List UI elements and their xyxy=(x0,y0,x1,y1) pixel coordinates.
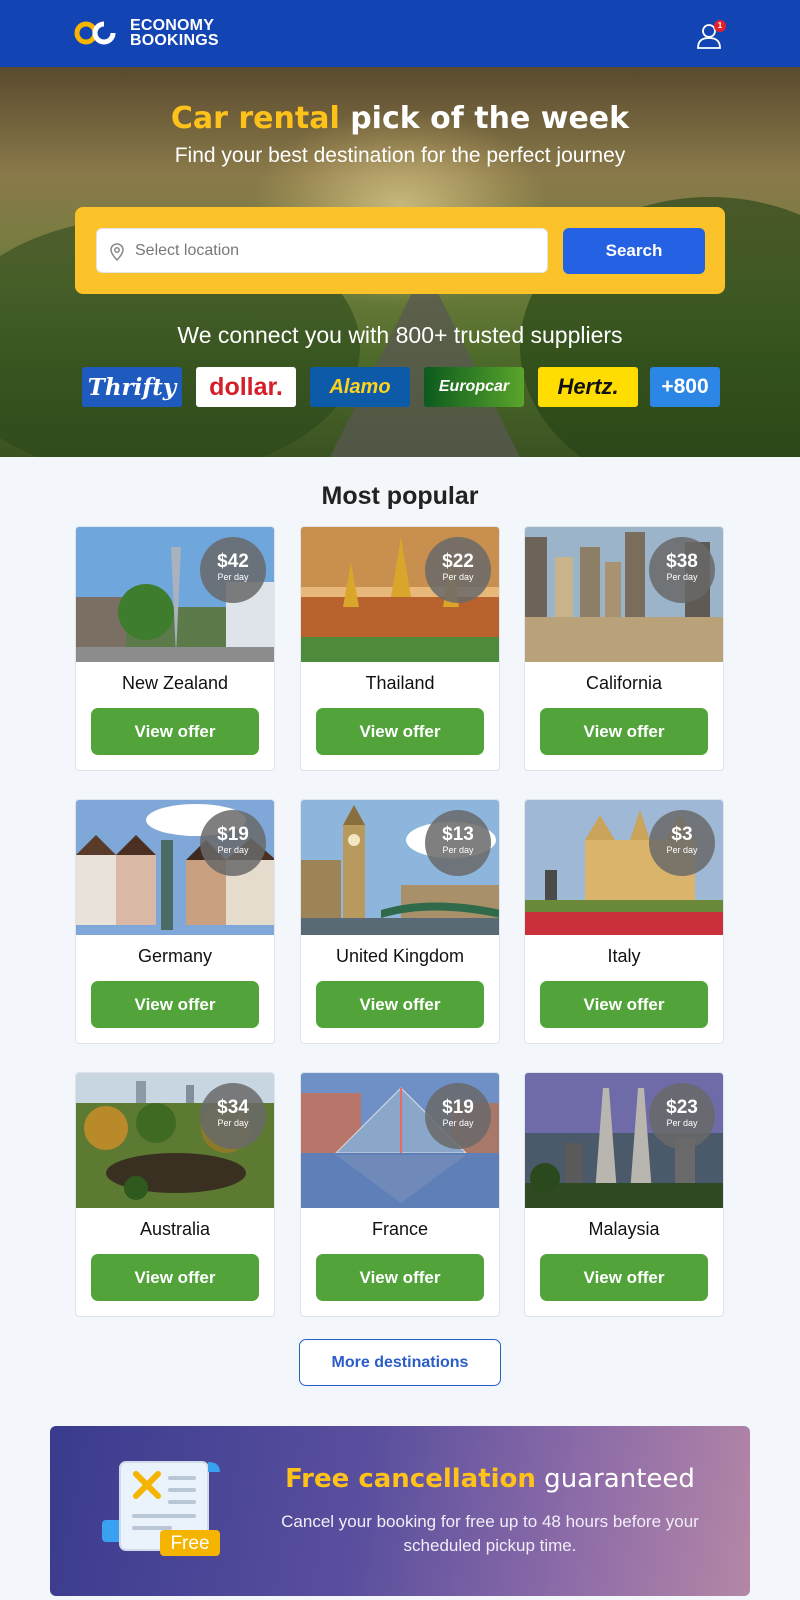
supplier-logo-hertz: Hertz. xyxy=(538,367,638,407)
view-offer-button[interactable]: View offer xyxy=(540,1254,708,1301)
price-badge: $13 Per day xyxy=(425,810,491,876)
price-badge: $38 Per day xyxy=(649,537,715,603)
cancellation-title-rest: guaranteed xyxy=(535,1464,695,1494)
destination-card-california: $38 Per day California View offer xyxy=(524,526,724,771)
destination-card-thailand: $22 Per day Thailand View offer xyxy=(300,526,500,771)
price-amount: $38 xyxy=(666,551,698,572)
cancellation-description: Cancel your booking for free up to 48 ho… xyxy=(281,1512,699,1555)
view-offer-button[interactable]: View offer xyxy=(91,981,259,1028)
price-amount: $34 xyxy=(217,1097,249,1118)
hero-title-rest: pick of the week xyxy=(339,101,630,136)
free-badge-text: Free xyxy=(170,1533,209,1554)
more-destinations-button[interactable]: More destinations xyxy=(299,1339,501,1386)
destination-card-australia: $34 Per day Australia View offer xyxy=(75,1072,275,1317)
destination-card-germany: $19 Per day Germany View offer xyxy=(75,799,275,1044)
price-per-day: Per day xyxy=(442,1118,474,1128)
price-amount: $19 xyxy=(442,1097,474,1118)
cancellation-title: Free cancellation guaranteed xyxy=(250,1464,730,1494)
view-offer-button[interactable]: View offer xyxy=(91,1254,259,1301)
destination-card-new-zealand: $42 Per day New Zealand View offer xyxy=(75,526,275,771)
view-offer-button[interactable]: View offer xyxy=(540,981,708,1028)
price-badge: $42 Per day xyxy=(200,537,266,603)
hero-title-accent: Car rental xyxy=(170,101,340,136)
location-field[interactable] xyxy=(96,228,548,273)
destination-name: California xyxy=(585,673,663,693)
price-per-day: Per day xyxy=(217,845,249,855)
price-per-day: Per day xyxy=(666,572,698,582)
hero-title: Car rental pick of the week xyxy=(0,101,800,136)
logo-rings-icon xyxy=(74,21,116,45)
price-per-day: Per day xyxy=(666,1118,698,1128)
notification-badge: 1 xyxy=(714,20,726,32)
price-per-day: Per day xyxy=(442,572,474,582)
price-per-day: Per day xyxy=(442,845,474,855)
view-offer-button[interactable]: View offer xyxy=(316,981,484,1028)
price-badge: $3 Per day xyxy=(649,810,715,876)
destination-name: New Zealand xyxy=(121,673,229,693)
price-amount: $19 xyxy=(217,824,249,845)
top-navbar: ECONOMY BOOKINGS 1 xyxy=(0,0,800,67)
price-amount: $22 xyxy=(442,551,474,572)
price-amount: $13 xyxy=(442,824,474,845)
destination-name: France xyxy=(371,1219,429,1239)
destination-name: Germany xyxy=(137,946,213,966)
destination-card-france: $19 Per day France View offer xyxy=(300,1072,500,1317)
hero-subtitle: Find your best destination for the perfe… xyxy=(174,144,626,167)
economy-bookings-logo[interactable]: ECONOMY BOOKINGS xyxy=(74,17,219,49)
view-offer-button[interactable]: View offer xyxy=(316,1254,484,1301)
location-input[interactable] xyxy=(135,229,535,272)
price-per-day: Per day xyxy=(217,572,249,582)
destination-card-italy: $3 Per day Italy View offer xyxy=(524,799,724,1044)
location-pin-icon xyxy=(110,243,124,261)
destination-name: Australia xyxy=(139,1219,211,1239)
price-badge: $19 Per day xyxy=(425,1083,491,1149)
price-badge: $23 Per day xyxy=(649,1083,715,1149)
supplier-count-badge: +800 xyxy=(650,367,720,407)
destination-name: Thailand xyxy=(365,673,435,693)
price-amount: $23 xyxy=(666,1097,698,1118)
suppliers-text: We connect you with 800+ trusted supplie… xyxy=(177,322,623,348)
supplier-logo-alamo: Alamo xyxy=(310,367,410,407)
search-button[interactable]: Search xyxy=(563,228,705,274)
most-popular-title: Most popular xyxy=(321,482,479,510)
search-panel: Search xyxy=(75,207,725,294)
destination-name: Italy xyxy=(607,946,641,966)
logo-text-line2: BOOKINGS xyxy=(130,32,219,49)
supplier-logo-europcar: Europcar xyxy=(424,367,524,407)
destination-card-malaysia: $23 Per day Malaysia View offer xyxy=(524,1072,724,1317)
price-per-day: Per day xyxy=(666,845,698,855)
destination-name: United Kingdom xyxy=(335,946,465,966)
logo-text-line1: ECONOMY xyxy=(130,17,215,34)
destination-card-united-kingdom: $13 Per day United Kingdom View offer xyxy=(300,799,500,1044)
cancellation-document-icon: Free xyxy=(102,1461,220,1556)
view-offer-button[interactable]: View offer xyxy=(316,708,484,755)
view-offer-button[interactable]: View offer xyxy=(540,708,708,755)
hero-background-road xyxy=(330,267,520,457)
view-offer-button[interactable]: View offer xyxy=(91,708,259,755)
supplier-logo-dollar: dollar. xyxy=(196,367,296,407)
price-per-day: Per day xyxy=(217,1118,249,1128)
destination-name: Malaysia xyxy=(588,1219,660,1239)
account-button[interactable]: 1 xyxy=(694,18,728,52)
cancellation-title-accent: Free cancellation xyxy=(285,1464,536,1494)
price-badge: $19 Per day xyxy=(200,810,266,876)
price-amount: $42 xyxy=(217,551,249,572)
price-badge: $22 Per day xyxy=(425,537,491,603)
supplier-logo-thrifty: Thrifty xyxy=(82,367,182,407)
price-amount: $3 xyxy=(671,824,693,845)
free-cancellation-banner: Free Free cancellation guaranteed Cancel… xyxy=(50,1426,750,1596)
hero-section: Car rental pick of the week Find your be… xyxy=(0,67,800,457)
price-badge: $34 Per day xyxy=(200,1083,266,1149)
